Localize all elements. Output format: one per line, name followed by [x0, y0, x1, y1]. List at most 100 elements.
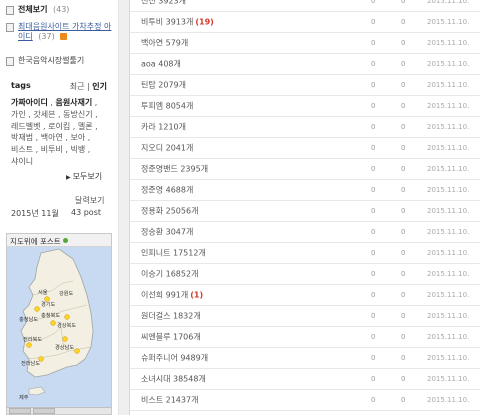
tags-sort-popular[interactable]: 인기 — [92, 82, 107, 91]
post-title[interactable]: 비스트 21437개 — [141, 395, 198, 406]
tag-link[interactable]: 레드벨벳 — [11, 122, 40, 131]
tag-link[interactable]: 로이킴 — [48, 122, 70, 131]
post-row[interactable]: 카라 1210개 0 0 2015.11.10. — [130, 117, 480, 138]
post-title-text[interactable]: 정준영밴드 2395개 — [141, 165, 208, 174]
comment-count[interactable]: (1) — [190, 291, 203, 300]
tag-link[interactable]: 빅뱅 — [70, 145, 85, 154]
post-title[interactable]: 이선희 991개 (1) — [141, 290, 203, 301]
post-likes: 0 — [401, 312, 406, 320]
post-title[interactable]: 소녀시대 38548개 — [141, 374, 206, 385]
archive-month[interactable]: 2015년 11월 — [11, 208, 59, 219]
tag-link[interactable]: 동방신기 — [63, 110, 92, 119]
tag-link[interactable]: 비투비 — [41, 145, 63, 154]
post-title-text[interactable]: 정용화 25056개 — [141, 207, 198, 216]
post-title[interactable]: 슈퍼주니어 9489개 — [141, 353, 208, 364]
post-title[interactable]: 이승기 16852개 — [141, 269, 198, 280]
category-market[interactable]: 한국음악시장썰툴기 — [6, 56, 84, 66]
post-title-text[interactable]: 이승기 16852개 — [141, 270, 198, 279]
map-label: 경상남도 — [55, 343, 74, 351]
post-title[interactable]: 정준영 4688개 — [141, 185, 193, 196]
post-title[interactable]: 카라 1210개 — [141, 122, 186, 133]
post-title[interactable]: 정준영밴드 2395개 — [141, 164, 208, 175]
post-row[interactable]: 틴탑 2079개 0 0 2015.11.10. — [130, 75, 480, 96]
post-title-text[interactable]: 슈퍼주니어 9489개 — [141, 354, 208, 363]
post-title-text[interactable]: 씨엔블루 1706개 — [141, 333, 201, 342]
tag-link[interactable]: 백아연 — [41, 133, 63, 142]
post-title-text[interactable]: 백아연 579개 — [141, 39, 188, 48]
post-row[interactable]: 비투비 3913개 (19) 0 0 2015.11.10. — [130, 12, 480, 33]
post-row[interactable]: 씨엔블루 1706개 0 0 2015.11.10. — [130, 327, 480, 348]
post-row[interactable]: 백아연 579개 0 0 2015.11.10. — [130, 33, 480, 54]
post-title-text[interactable]: 비스트 21437개 — [141, 396, 198, 405]
post-row[interactable]: 슈퍼주니어 9489개 0 0 2015.11.10. — [130, 348, 480, 369]
tags-sort-recent[interactable]: 최근 — [70, 82, 85, 91]
post-title-text[interactable]: aoa 408개 — [141, 60, 181, 69]
post-row[interactable]: 비스트 21437개 0 0 2015.11.10. — [130, 390, 480, 411]
tag-link[interactable]: 음원사재기 — [55, 98, 92, 107]
map-toolbar-button[interactable] — [9, 408, 31, 414]
category-fake-id[interactable]: 최대음원사이트 가차추정 아이디 (37) — [6, 22, 112, 42]
map-toolbar-button[interactable] — [33, 408, 55, 414]
post-title[interactable]: aoa 408개 — [141, 59, 181, 70]
more-tags-link[interactable]: ▶ 모두보기 — [66, 171, 102, 182]
post-title-text[interactable]: 정준영 4688개 — [141, 186, 193, 195]
category-icon — [6, 6, 14, 15]
post-title-text[interactable]: 비투비 3913개 — [141, 18, 193, 27]
calendar-view-link[interactable]: 달력보기 — [75, 195, 104, 206]
post-title-text[interactable]: 인피니트 17512개 — [141, 249, 206, 258]
post-title-text[interactable]: 투피엠 8054개 — [141, 102, 193, 111]
more-tags-label[interactable]: 모두보기 — [73, 172, 102, 181]
post-title[interactable]: 정용화 25056개 — [141, 206, 198, 217]
category-market-label[interactable]: 한국음악시장썰툴기 — [18, 56, 84, 66]
post-row[interactable]: 정준영 4688개 0 0 2015.11.10. — [130, 180, 480, 201]
post-row[interactable]: 이승기 16852개 0 0 2015.11.10. — [130, 264, 480, 285]
tag-link[interactable]: 박재범 — [11, 133, 33, 142]
post-title-text[interactable]: 소녀시대 38548개 — [141, 375, 206, 384]
post-title-text[interactable]: 정승환 3047개 — [141, 228, 193, 237]
category-all-label[interactable]: 전체보기 — [18, 5, 47, 14]
post-title-text[interactable]: 이선희 991개 — [141, 291, 188, 300]
tag-link[interactable]: 갓세븐 — [33, 110, 55, 119]
post-title-text[interactable]: 선신 3923개 — [141, 0, 186, 6]
post-row[interactable]: 정용화 25056개 0 0 2015.11.10. — [130, 201, 480, 222]
post-row[interactable]: 인피니트 17512개 0 0 2015.11.10. — [130, 243, 480, 264]
post-title[interactable]: 투피엠 8054개 — [141, 101, 193, 112]
post-row[interactable]: 보아 2066개002015.11.10. — [130, 411, 480, 415]
archive-row[interactable]: 2015년 11월 43 post — [11, 208, 101, 219]
post-title[interactable]: 정승환 3047개 — [141, 227, 193, 238]
tag-link[interactable]: 가인 — [11, 110, 26, 119]
post-row[interactable]: 선신 3923개 0 0 2015.11.10. — [130, 0, 480, 12]
tag-link[interactable]: 보아 — [70, 133, 85, 142]
map-marker — [62, 336, 68, 342]
post-title[interactable]: 인피니트 17512개 — [141, 248, 206, 259]
post-title[interactable]: 선신 3923개 — [141, 0, 186, 7]
map-toolbar — [7, 407, 111, 414]
rss-icon[interactable] — [60, 33, 68, 40]
tag-link[interactable]: 가짜아이디 — [11, 98, 48, 107]
tag-link[interactable]: 비스트 — [11, 145, 33, 154]
post-title-text[interactable]: 지오디 2041개 — [141, 144, 193, 153]
category-all[interactable]: 전체보기 (43) — [6, 5, 69, 15]
post-row[interactable]: 원더걸스 1832개 0 0 2015.11.10. — [130, 306, 480, 327]
korea-map[interactable]: 서울 경기도 강원도 충청남도 충청북도 경상북도 전라북도 경상남도 전라남도… — [7, 247, 111, 408]
post-title-text[interactable]: 원더걸스 1832개 — [141, 312, 201, 321]
post-title[interactable]: 백아연 579개 — [141, 38, 188, 49]
comment-count[interactable]: (19) — [195, 18, 213, 27]
post-row[interactable]: aoa 408개 0 0 2015.11.10. — [130, 54, 480, 75]
tag-link[interactable]: 샤이니 — [11, 157, 33, 166]
map-widget[interactable]: 지도위에 포스트 서울 경기도 강원도 충청남도 충청북도 경상북도 전라북도 … — [6, 233, 112, 415]
post-title[interactable]: 틴탑 2079개 — [141, 80, 186, 91]
post-title[interactable]: 씨엔블루 1706개 — [141, 332, 201, 343]
post-title-text[interactable]: 틴탑 2079개 — [141, 81, 186, 90]
post-row[interactable]: 정승환 3047개 0 0 2015.11.10. — [130, 222, 480, 243]
post-title[interactable]: 지오디 2041개 — [141, 143, 193, 154]
post-row[interactable]: 투피엠 8054개 0 0 2015.11.10. — [130, 96, 480, 117]
tag-link[interactable]: 멜론 — [78, 122, 93, 131]
post-row[interactable]: 소녀시대 38548개 0 0 2015.11.10. — [130, 369, 480, 390]
post-title-text[interactable]: 카라 1210개 — [141, 123, 186, 132]
post-title[interactable]: 원더걸스 1832개 — [141, 311, 201, 322]
post-row[interactable]: 정준영밴드 2395개 0 0 2015.11.10. — [130, 159, 480, 180]
post-row[interactable]: 지오디 2041개 0 0 2015.11.10. — [130, 138, 480, 159]
post-title[interactable]: 비투비 3913개 (19) — [141, 17, 214, 28]
post-row[interactable]: 이선희 991개 (1) 0 0 2015.11.10. — [130, 285, 480, 306]
